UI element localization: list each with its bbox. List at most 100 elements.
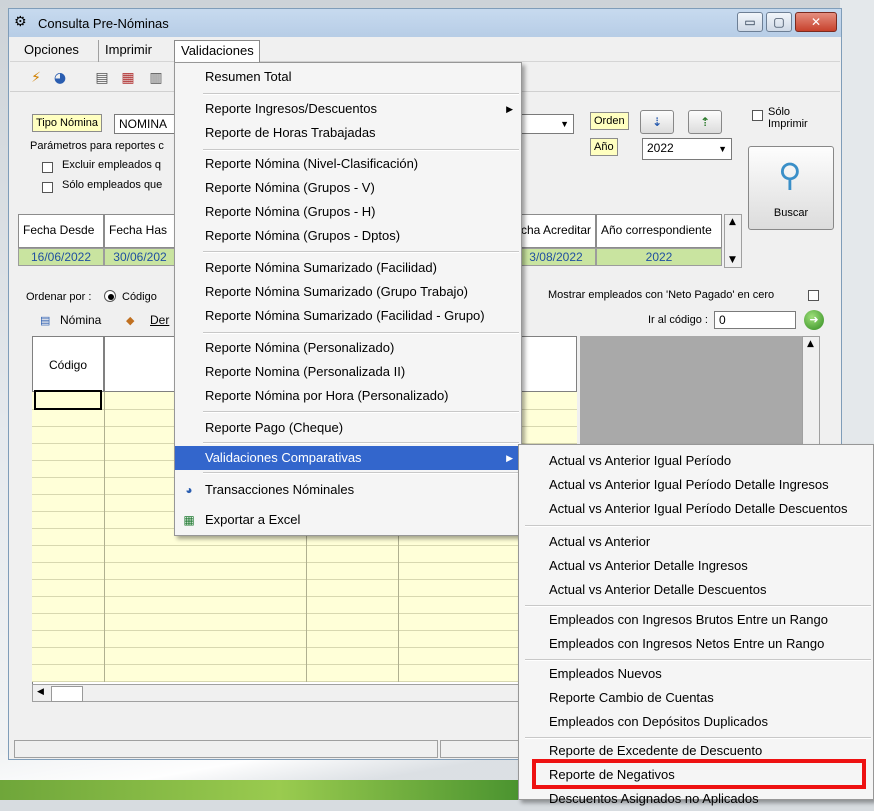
scroll-up-icon[interactable]: ▲ <box>807 339 814 349</box>
period-grid-scrollbar[interactable]: ▲ ▼ <box>724 214 742 268</box>
menu-pago-cheque[interactable]: Reporte Pago (Cheque) <box>175 416 521 440</box>
menu-sumarizado-facilidad-grupo[interactable]: Reporte Nómina Sumarizado (Facilidad - G… <box>175 304 521 328</box>
menu-separator <box>525 605 871 607</box>
menu-reporte-ingresos-descuentos[interactable]: Reporte Ingresos/Descuentos ▶ <box>175 97 521 121</box>
cell-fecha-acreditar[interactable]: 3/08/2022 <box>516 248 596 266</box>
table-vscrollbar[interactable]: ▲ <box>802 336 820 446</box>
sub-ingresos-brutos[interactable]: Empleados con Ingresos Brutos Entre un R… <box>519 608 873 632</box>
excel-icon: ▦ <box>183 513 195 527</box>
selected-cell[interactable] <box>34 390 102 410</box>
sub-actual-anterior[interactable]: Actual vs Anterior <box>519 530 873 554</box>
menu-resumen-total[interactable]: Resumen Total <box>175 65 521 89</box>
ir-codigo-input[interactable]: 0 <box>714 311 796 329</box>
table-hscrollbar[interactable]: ◀ <box>32 684 577 702</box>
col-fecha-acreditar: cha Acreditar <box>516 214 596 248</box>
menu-personalizada-ii[interactable]: Reporte Nomina (Personalizada II) <box>175 360 521 384</box>
menu-horas-trabajadas[interactable]: Reporte de Horas Trabajadas <box>175 121 521 145</box>
sub-actual-anterior-descuentos[interactable]: Actual vs Anterior Detalle Descuentos <box>519 578 873 602</box>
background-green-band <box>0 780 560 800</box>
mostrar-label: Mostrar empleados con 'Neto Pagado' en c… <box>548 289 775 301</box>
sort-asc-icon[interactable]: ⇡ <box>688 110 722 134</box>
sub-empleados-nuevos[interactable]: Empleados Nuevos <box>519 662 873 686</box>
menu-grupos-dptos[interactable]: Reporte Nómina (Grupos - Dptos) <box>175 224 521 248</box>
chevron-down-icon: ▼ <box>718 144 727 154</box>
sub-ingresos-netos[interactable]: Empleados con Ingresos Netos Entre un Ra… <box>519 632 873 656</box>
sub-descuentos-no-aplicados[interactable]: Descuentos Asignados no Aplicados <box>519 787 873 811</box>
table-row[interactable] <box>32 630 577 648</box>
menu-sumarizado-grupo[interactable]: Reporte Nómina Sumarizado (Grupo Trabajo… <box>175 280 521 304</box>
window-title: Consulta Pre-Nóminas <box>38 16 169 31</box>
cell-anio[interactable]: 2022 <box>596 248 722 266</box>
menu-grupos-v[interactable]: Reporte Nómina (Grupos - V) <box>175 176 521 200</box>
table-row[interactable] <box>32 562 577 580</box>
sub-igual-periodo-ingresos[interactable]: Actual vs Anterior Igual Período Detalle… <box>519 473 873 497</box>
nomina-dropdown[interactable]: ▼ <box>520 114 574 134</box>
menu-transacciones-label: Transacciones Nóminales <box>205 482 355 497</box>
menu-nivel-clasificacion[interactable]: Reporte Nómina (Nivel-Clasificación) <box>175 152 521 176</box>
close-button[interactable]: ✕ <box>795 12 837 32</box>
table-row[interactable] <box>32 664 577 682</box>
printer-icon[interactable]: ▤ <box>92 68 112 88</box>
scroll-down-icon[interactable]: ▼ <box>729 255 736 265</box>
tab-der[interactable]: Der <box>150 313 169 327</box>
tab-nomina[interactable]: Nómina <box>60 313 101 327</box>
table-empty-area <box>580 336 818 446</box>
menu-separator <box>525 525 871 527</box>
parametros-label: Parámetros para reportes c <box>30 140 164 152</box>
solo-imprimir-checkbox[interactable] <box>752 110 763 121</box>
nomina-tab-icon: ▤ <box>40 315 51 327</box>
menu-exportar-excel[interactable]: ▦ Exportar a Excel <box>175 508 521 532</box>
lightning-icon[interactable]: ⚡ <box>26 68 46 88</box>
anio-dropdown[interactable]: 2022 ▼ <box>642 138 732 160</box>
table-row[interactable] <box>32 579 577 597</box>
menu-separator <box>203 442 519 444</box>
menu-por-hora[interactable]: Reporte Nómina por Hora (Personalizado) <box>175 384 521 408</box>
table-row[interactable] <box>32 596 577 614</box>
hscroll-thumb[interactable] <box>51 686 83 702</box>
codigo-radio[interactable] <box>104 290 116 302</box>
sub-cambio-cuentas[interactable]: Reporte Cambio de Cuentas <box>519 686 873 710</box>
table-row[interactable] <box>32 613 577 631</box>
menu-validaciones-comparativas[interactable]: Validaciones Comparativas ▶ <box>175 446 521 470</box>
der-tab-icon: ◆ <box>126 315 135 327</box>
go-icon[interactable]: ➜ <box>804 310 824 330</box>
excluir-label: Excluir empleados q <box>62 159 162 171</box>
menu-validaciones[interactable]: Validaciones <box>174 40 260 62</box>
sub-igual-periodo[interactable]: Actual vs Anterior Igual Período <box>519 449 873 473</box>
menu-validaciones-comparativas-label: Validaciones Comparativas <box>205 450 362 465</box>
menu-grupos-h[interactable]: Reporte Nómina (Grupos - H) <box>175 200 521 224</box>
excluir-checkbox[interactable] <box>42 162 53 173</box>
table-icon[interactable]: ▥ <box>146 68 166 88</box>
mostrar-checkbox[interactable] <box>808 290 819 301</box>
col-codigo: Código <box>32 336 104 392</box>
sub-depositos-duplicados[interactable]: Empleados con Depósitos Duplicados <box>519 710 873 734</box>
table-row[interactable] <box>32 647 577 665</box>
col-fecha-hasta: Fecha Has <box>104 214 176 248</box>
menu-opciones[interactable]: Opciones <box>18 40 85 62</box>
solo-checkbox[interactable] <box>42 182 53 193</box>
sub-actual-anterior-ingresos[interactable]: Actual vs Anterior Detalle Ingresos <box>519 554 873 578</box>
menu-transacciones[interactable]: ◕ Transacciones Nóminales <box>175 478 521 502</box>
chart-icon[interactable]: ◕ <box>50 68 70 88</box>
buscar-button[interactable]: ⚲ Buscar <box>748 146 834 230</box>
tipo-nomina-field[interactable]: NOMINA <box>114 114 176 134</box>
buscar-label: Buscar <box>773 207 809 219</box>
ir-codigo-label: Ir al código : <box>648 314 708 326</box>
menu-imprimir[interactable]: Imprimir <box>98 40 158 62</box>
anio-value: 2022 <box>647 141 674 155</box>
table-row[interactable] <box>32 545 577 563</box>
menu-personalizado[interactable]: Reporte Nómina (Personalizado) <box>175 336 521 360</box>
scroll-left-icon[interactable]: ◀ <box>37 687 44 697</box>
minimize-button[interactable]: ▭ <box>737 12 763 32</box>
scroll-up-icon[interactable]: ▲ <box>729 217 736 227</box>
cell-fecha-desde[interactable]: 16/06/2022 <box>18 248 104 266</box>
tipo-nomina-label: Tipo Nómina <box>32 114 102 132</box>
sort-desc-icon[interactable]: ⇣ <box>640 110 674 134</box>
menu-sumarizado-facilidad[interactable]: Reporte Nómina Sumarizado (Facilidad) <box>175 256 521 280</box>
sub-igual-periodo-descuentos[interactable]: Actual vs Anterior Igual Período Detalle… <box>519 497 873 521</box>
calendar-icon[interactable]: ▦ <box>118 68 138 88</box>
menu-separator <box>203 251 519 253</box>
cell-fecha-hasta[interactable]: 30/06/202 <box>104 248 176 266</box>
maximize-button[interactable]: ▢ <box>766 12 792 32</box>
validaciones-comparativas-submenu: Actual vs Anterior Igual Período Actual … <box>518 444 874 806</box>
